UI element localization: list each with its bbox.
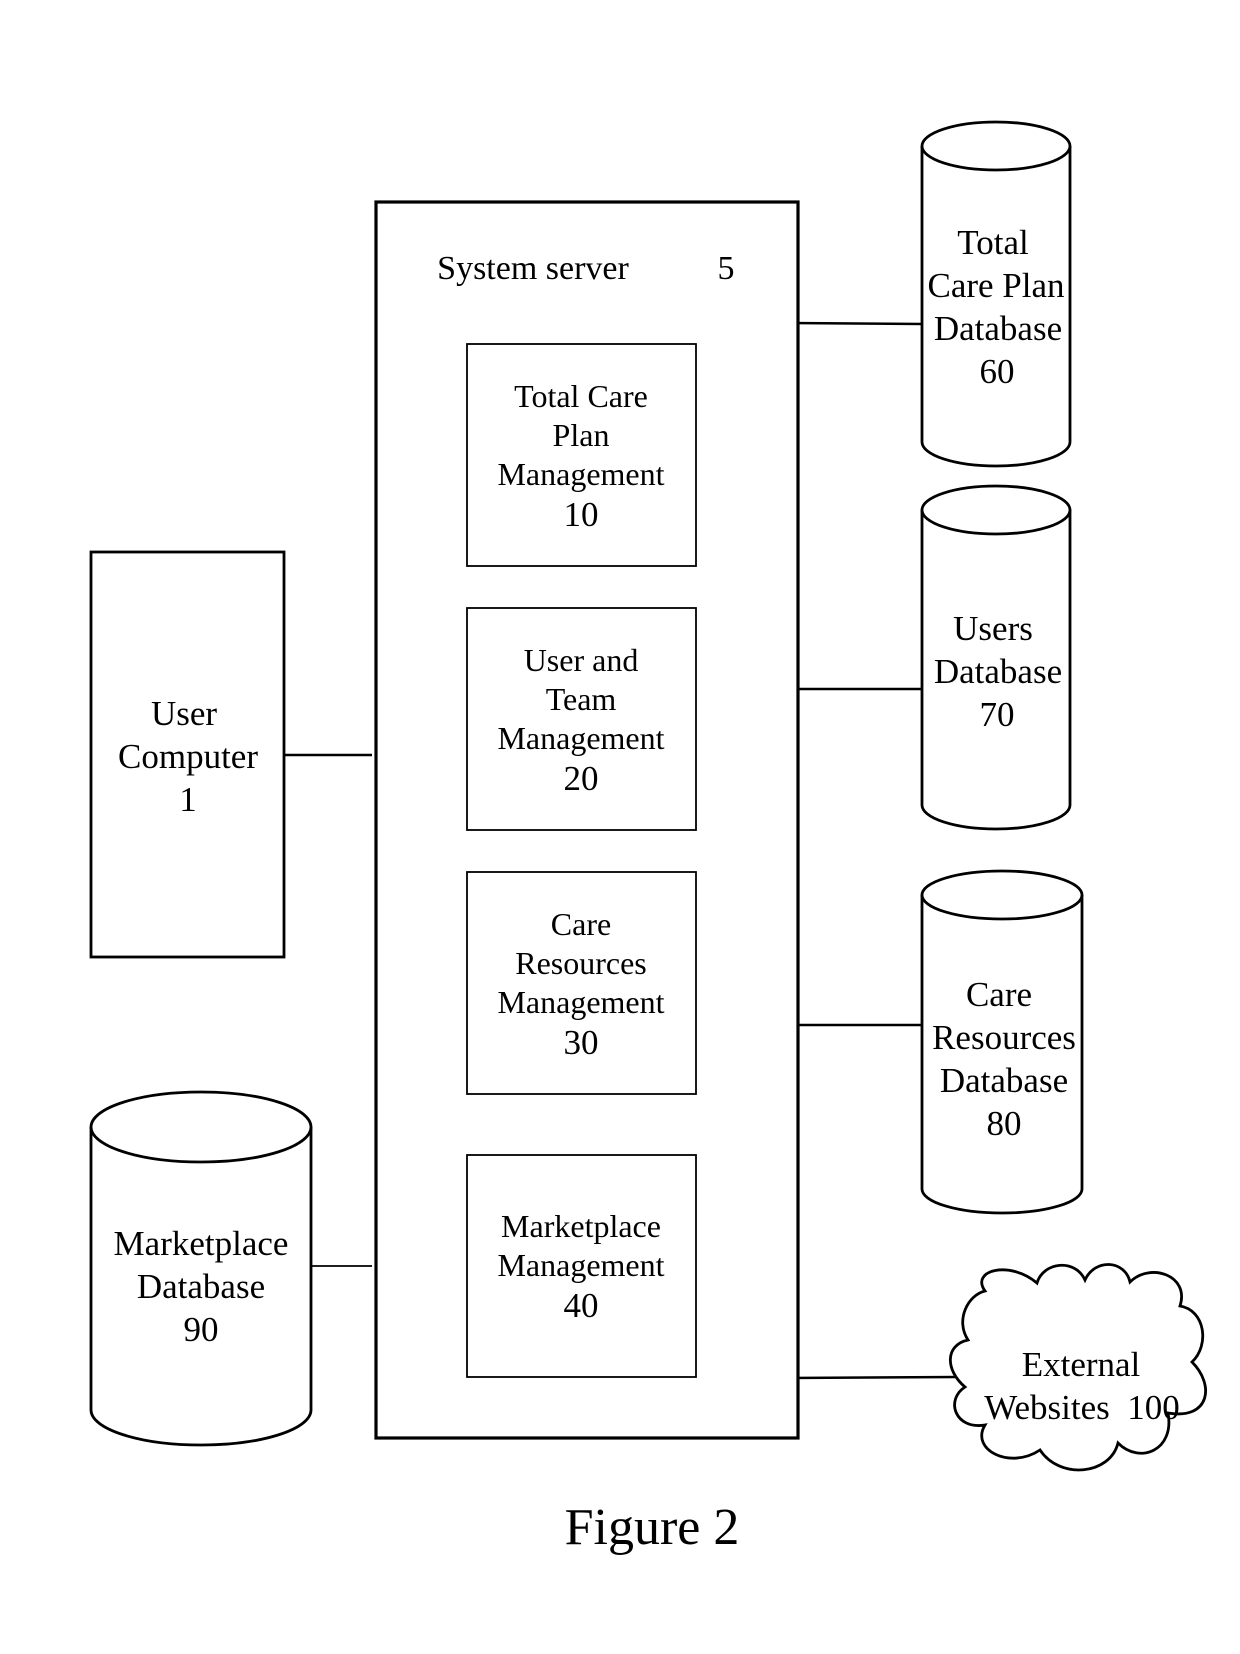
module-label-line: Management — [497, 720, 664, 756]
database-label-line: Care Plan — [927, 266, 1064, 305]
external-label-line: Websites 100 — [984, 1388, 1180, 1427]
figure-caption: Figure 2 — [565, 1499, 740, 1556]
module-ref: 30 — [564, 1023, 599, 1062]
system-server-ref: 5 — [718, 250, 735, 287]
database-ref: 80 — [987, 1104, 1022, 1143]
module-marketplace-management: Marketplace Management 40 — [466, 1154, 697, 1378]
database-label-line: Database — [934, 652, 1062, 691]
cylinder-top — [920, 869, 1084, 921]
module-label-line: Care — [551, 906, 611, 942]
database-users: Users Database 70 — [920, 484, 1072, 831]
database-label-line: Resources — [932, 1018, 1076, 1057]
database-label-line: Care — [966, 975, 1032, 1014]
database-care-resources: Care Resources Database 80 — [920, 869, 1084, 1215]
module-label-line: User and — [524, 642, 639, 678]
module-label-line: Management — [497, 456, 664, 492]
module-label-line: Plan — [553, 417, 610, 453]
database-label-line: Database — [137, 1267, 265, 1306]
module-ref: 10 — [564, 495, 599, 534]
database-ref: 60 — [980, 352, 1015, 391]
module-label-line: Team — [546, 681, 617, 717]
database-label-line: Database — [940, 1061, 1068, 1100]
module-user-team-management: User and Team Management 20 — [466, 607, 697, 831]
connector-server-external — [787, 1375, 959, 1380]
cylinder-top — [920, 120, 1072, 172]
module-label-line: Resources — [515, 945, 647, 981]
user-computer-label-line: User — [151, 694, 217, 733]
module-label-line: Total Care — [514, 378, 648, 414]
module-ref: 20 — [564, 759, 599, 798]
external-label-line: External — [1022, 1345, 1141, 1384]
module-total-care-plan-management: Total Care Plan Management 10 — [466, 343, 697, 567]
user-computer: User Computer 1 — [89, 550, 286, 959]
database-ref: 90 — [184, 1310, 219, 1349]
cylinder-top — [920, 484, 1072, 536]
database-total-care-plan: Total Care Plan Database 60 — [920, 120, 1072, 468]
system-architecture-diagram: System server 5 Total Care Plan Manageme… — [89, 120, 1207, 1556]
database-label-line: Users — [953, 609, 1033, 648]
user-computer-ref: 1 — [179, 780, 197, 819]
cylinder-top — [89, 1090, 313, 1164]
database-label-line: Marketplace — [114, 1224, 289, 1263]
connector-server-db60 — [787, 321, 923, 326]
database-label-line: Database — [934, 309, 1062, 348]
database-marketplace: Marketplace Database 90 — [89, 1090, 313, 1447]
database-label-line: Total — [957, 223, 1029, 262]
external-websites: External Websites 100 — [949, 1263, 1207, 1472]
module-label-line: Management — [497, 1247, 664, 1283]
cylinder-body — [920, 146, 1072, 468]
database-ref: 70 — [980, 695, 1015, 734]
module-care-resources-management: Care Resources Management 30 — [466, 871, 697, 1095]
module-ref: 40 — [564, 1286, 599, 1325]
user-computer-label-line: Computer — [118, 737, 258, 776]
module-label-line: Marketplace — [501, 1208, 661, 1244]
system-server-title: System server — [437, 250, 629, 287]
module-label-line: Management — [497, 984, 664, 1020]
